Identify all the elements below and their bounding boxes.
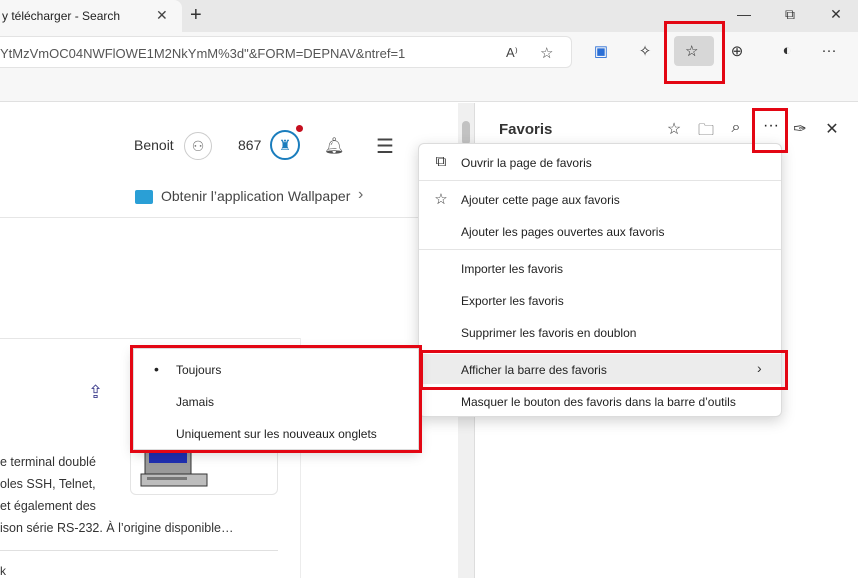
toolbar-spacer — [0, 72, 858, 102]
favorites-bar-submenu: • Toujours Jamais Uniquement sur les nou… — [133, 348, 419, 450]
menu-item-label: Ouvrir la page de favoris — [461, 156, 592, 170]
close-icon[interactable]: ✕ — [821, 119, 843, 139]
menu-item-label: Afficher la barre des favoris — [461, 363, 607, 377]
bell-icon[interactable]: 🔔︎ — [324, 136, 344, 156]
scroll-thumb[interactable] — [462, 121, 470, 145]
page-content: Benoit ⚇ 867 ♜ 🔔︎ ☰ Obtenir l’applicatio… — [0, 103, 458, 578]
collections-icon[interactable]: ⊕ — [726, 42, 748, 60]
read-aloud-icon[interactable]: A⁾ — [506, 45, 518, 61]
more-options-button[interactable]: ··· — [757, 115, 785, 141]
wallpaper-app-link[interactable]: Obtenir l’application Wallpaper — [161, 188, 350, 204]
address-toolbar: YtMzVmOC04NWFlOWE1M2NkYmM%3d"&FORM=DEPNA… — [0, 32, 858, 72]
tab-close-icon[interactable]: ✕ — [156, 7, 168, 24]
submenu-item-label: Toujours — [176, 363, 222, 377]
hamburger-menu-icon[interactable]: ☰ — [376, 134, 394, 159]
divider — [0, 217, 458, 218]
menu-item-label: Ajouter cette page aux favoris — [461, 193, 620, 207]
url-text[interactable]: YtMzVmOC04NWFlOWE1M2NkYmM%3d"&FORM=DEPNA… — [0, 46, 405, 61]
chevron-right-icon: › — [757, 360, 762, 376]
result-snippet-line: oles SSH, Telnet, — [0, 477, 96, 491]
menu-item-label: Importer les favoris — [461, 262, 564, 276]
submenu-item-always[interactable]: • Toujours — [134, 356, 418, 384]
menu-item-label: Exporter les favoris — [461, 294, 564, 308]
menu-separator — [419, 180, 781, 181]
menu-item-remove-duplicates[interactable]: Supprimer les favoris en doublon — [419, 317, 781, 347]
menu-item-add-page[interactable]: ☆ Ajouter cette page aux favoris — [419, 184, 781, 214]
submenu-item-never[interactable]: Jamais — [134, 388, 418, 416]
extensions-icon[interactable]: ✧ — [634, 42, 656, 60]
menu-item-add-open-pages[interactable]: Ajouter les pages ouvertes aux favoris — [419, 216, 781, 246]
user-name[interactable]: Benoit — [134, 137, 174, 153]
menu-item-open-favorites-page[interactable]: ⧉ Ouvrir la page de favoris — [419, 147, 781, 177]
avatar-icon[interactable]: ⚇ — [184, 132, 212, 160]
favorites-icon: ☆ — [685, 43, 699, 60]
settings-more-icon[interactable]: ··· — [818, 42, 840, 59]
pin-icon[interactable]: ✑ — [789, 119, 811, 139]
new-tab-button[interactable]: + — [190, 4, 202, 27]
result-snippet-line: et également des — [0, 499, 96, 513]
terminal-icon — [140, 449, 208, 487]
menu-separator — [419, 350, 781, 351]
add-favorite-icon: ☆ — [434, 191, 448, 208]
submenu-item-label: Uniquement sur les nouveaux onglets — [176, 427, 377, 441]
rewards-points[interactable]: 867 — [238, 137, 261, 153]
submenu-item-label: Jamais — [176, 395, 215, 409]
address-bar[interactable]: YtMzVmOC04NWFlOWE1M2NkYmM%3d"&FORM=DEPNA… — [0, 36, 572, 68]
menu-item-import[interactable]: Importer les favoris — [419, 253, 781, 283]
menu-separator — [419, 249, 781, 250]
add-favorite-icon[interactable]: ☆ — [663, 119, 685, 139]
rewards-trophy-icon[interactable]: ♜ — [270, 130, 300, 160]
browser-tab[interactable]: y télécharger - Search ✕ — [0, 0, 182, 32]
tab-title: y télécharger - Search — [2, 9, 121, 23]
wallpaper-app-icon — [135, 190, 153, 204]
share-icon[interactable]: ⇪ — [88, 382, 103, 403]
notification-dot — [296, 125, 303, 132]
open-external-icon: ⧉ — [435, 153, 447, 170]
favorites-button[interactable]: ☆ — [674, 36, 714, 66]
result-snippet-line: e terminal doublé — [0, 455, 96, 469]
search-icon[interactable]: ⌕ — [725, 119, 747, 137]
divider — [0, 550, 278, 551]
favorites-more-menu: ⧉ Ouvrir la page de favoris ☆ Ajouter ce… — [418, 143, 782, 417]
title-bar: y télécharger - Search ✕ + — ⧉ ✕ — [0, 0, 858, 32]
chevron-right-icon[interactable]: › — [358, 186, 363, 204]
close-window-button[interactable]: ✕ — [826, 6, 846, 23]
menu-item-export[interactable]: Exporter les favoris — [419, 285, 781, 315]
menu-item-hide-favorites-button[interactable]: Masquer le bouton des favoris dans la ba… — [419, 386, 781, 416]
menu-item-label: Masquer le bouton des favoris dans la ba… — [461, 395, 736, 409]
add-folder-icon[interactable]: 🗀︎ — [695, 119, 717, 146]
restore-button[interactable]: ⧉ — [780, 6, 800, 23]
menu-item-label: Supprimer les favoris en doublon — [461, 326, 637, 340]
result-snippet-line: ison série RS-232. À l’origine disponibl… — [0, 521, 234, 535]
app-icon[interactable]: ▣ — [590, 42, 612, 60]
submenu-item-new-tabs-only[interactable]: Uniquement sur les nouveaux onglets — [134, 420, 418, 448]
favorites-pane-title: Favoris — [499, 121, 553, 138]
selected-bullet-icon: • — [154, 361, 159, 377]
divider — [0, 338, 300, 339]
menu-item-show-favorites-bar[interactable]: Afficher la barre des favoris › — [419, 354, 781, 384]
minimize-button[interactable]: — — [734, 6, 754, 22]
result-fragment: k — [0, 564, 6, 578]
profile-icon[interactable]: ◐ — [776, 42, 798, 59]
add-favorite-icon[interactable]: ☆ — [540, 44, 553, 62]
menu-item-label: Ajouter les pages ouvertes aux favoris — [461, 225, 665, 239]
